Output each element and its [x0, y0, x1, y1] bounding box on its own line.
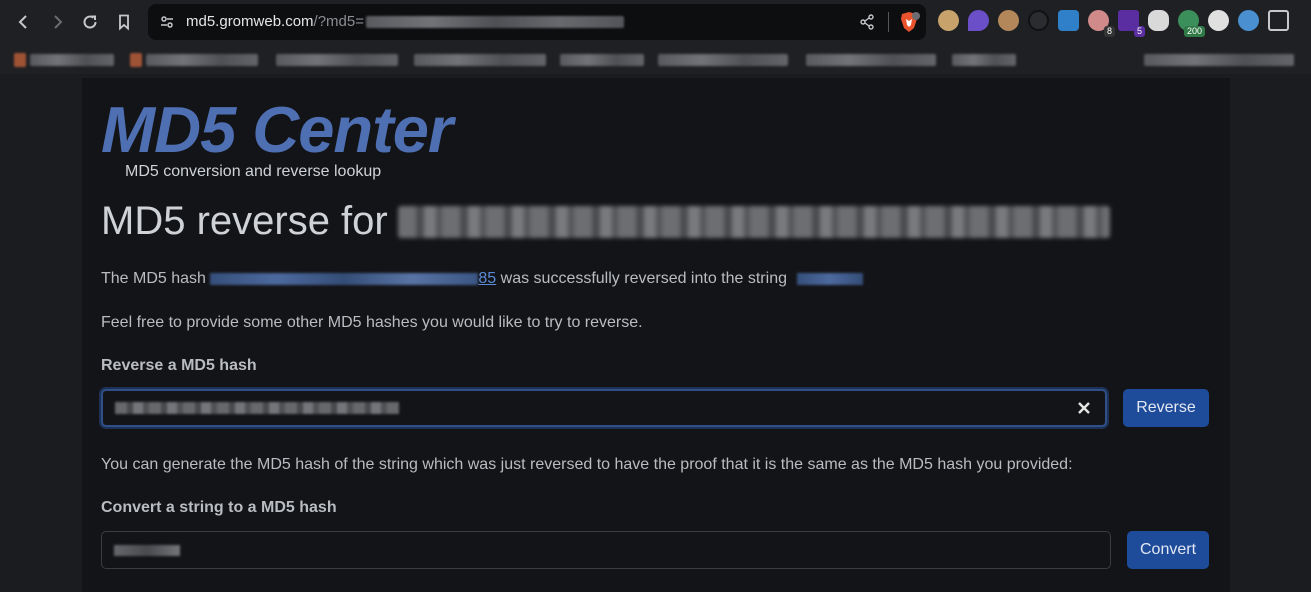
extension-icon-3[interactable]: [998, 10, 1019, 31]
back-button[interactable]: [10, 8, 38, 36]
bookmark-item[interactable]: [30, 54, 114, 66]
url-query: /?md5=: [313, 13, 364, 30]
reload-button[interactable]: [76, 8, 104, 36]
reload-icon: [83, 15, 97, 29]
extension-icon-1[interactable]: [938, 10, 959, 31]
result-hash-link[interactable]: 85: [210, 270, 496, 287]
result-string-redacted[interactable]: [797, 272, 864, 285]
extension-badge-8: 8: [1103, 26, 1115, 37]
bookmark-favicon: [130, 53, 142, 67]
convert-button[interactable]: Convert: [1127, 531, 1209, 569]
extension-icon-10[interactable]: [1208, 10, 1229, 31]
result-hash-redacted: [210, 272, 479, 285]
extension-icon-11[interactable]: [1238, 10, 1259, 31]
site-settings-icon[interactable]: [158, 13, 176, 31]
proof-text: You can generate the MD5 hash of the str…: [101, 456, 1073, 473]
bookmark-icon: [119, 14, 129, 31]
share-icon[interactable]: [858, 13, 876, 31]
extension-icon-4[interactable]: [1028, 10, 1049, 31]
bookmark-item[interactable]: [560, 54, 644, 66]
forward-arrow-icon: [54, 15, 63, 29]
bookmarks-bar: [0, 44, 1311, 74]
address-bar-divider: [888, 12, 889, 32]
result-sentence: The MD5 hash 85 was successfully reverse…: [101, 270, 864, 288]
url-host: md5.gromweb.com: [186, 13, 314, 30]
back-arrow-icon: [18, 15, 27, 29]
extension-icon-6[interactable]: 8: [1088, 10, 1115, 37]
bookmark-item[interactable]: [146, 54, 258, 66]
bookmark-button[interactable]: [110, 8, 138, 36]
page-title-hash-redacted: [398, 206, 1110, 238]
bookmark-item[interactable]: [276, 54, 398, 66]
browser-toolbar: md5.gromweb.com/?md5= 8 5 200: [0, 0, 1311, 44]
site-tagline: MD5 conversion and reverse lookup: [125, 163, 382, 180]
address-bar[interactable]: md5.gromweb.com/?md5=: [148, 4, 926, 40]
reverse-form-label: Reverse a MD5 hash: [101, 357, 257, 374]
extension-icon-2[interactable]: [968, 10, 989, 31]
site-logo[interactable]: MD5 Center: [101, 94, 453, 166]
convert-string-input[interactable]: [101, 531, 1111, 569]
convert-input-value-redacted: [114, 545, 180, 556]
brave-shields-icon[interactable]: [898, 10, 920, 34]
clear-input-icon[interactable]: [1077, 401, 1091, 415]
bookmark-item[interactable]: [414, 54, 546, 66]
bookmark-item[interactable]: [658, 54, 788, 66]
reverse-hash-input[interactable]: [101, 389, 1107, 427]
result-middle: was successfully reversed into the strin…: [500, 270, 787, 287]
extension-icon-5[interactable]: [1058, 10, 1079, 31]
extension-icon-9[interactable]: 200: [1178, 10, 1205, 37]
convert-form-label: Convert a string to a MD5 hash: [101, 499, 337, 516]
reverse-input-value-redacted: [115, 402, 399, 414]
bookmark-favicon: [14, 53, 26, 67]
forward-button[interactable]: [43, 8, 71, 36]
url-text: md5.gromweb.com/?md5=: [186, 13, 364, 31]
bookmark-item[interactable]: [952, 54, 1016, 66]
extension-badge-5: 5: [1133, 26, 1145, 37]
extensions-area: 8 5 200: [938, 10, 1289, 37]
extension-icon-8[interactable]: [1148, 10, 1169, 31]
extension-badge-200: 200: [1183, 26, 1205, 37]
bookmark-item[interactable]: [1144, 54, 1294, 66]
invite-text: Feel free to provide some other MD5 hash…: [101, 314, 643, 331]
result-prefix: The MD5 hash: [101, 270, 206, 287]
bookmark-item[interactable]: [806, 54, 936, 66]
extension-icon-7[interactable]: 5: [1118, 10, 1145, 37]
reverse-button[interactable]: Reverse: [1123, 389, 1209, 427]
url-redacted: [366, 16, 624, 28]
extensions-puzzle-icon[interactable]: [1268, 10, 1289, 31]
result-hash-suffix: 85: [478, 270, 497, 287]
page-title: MD5 reverse for: [101, 199, 388, 243]
